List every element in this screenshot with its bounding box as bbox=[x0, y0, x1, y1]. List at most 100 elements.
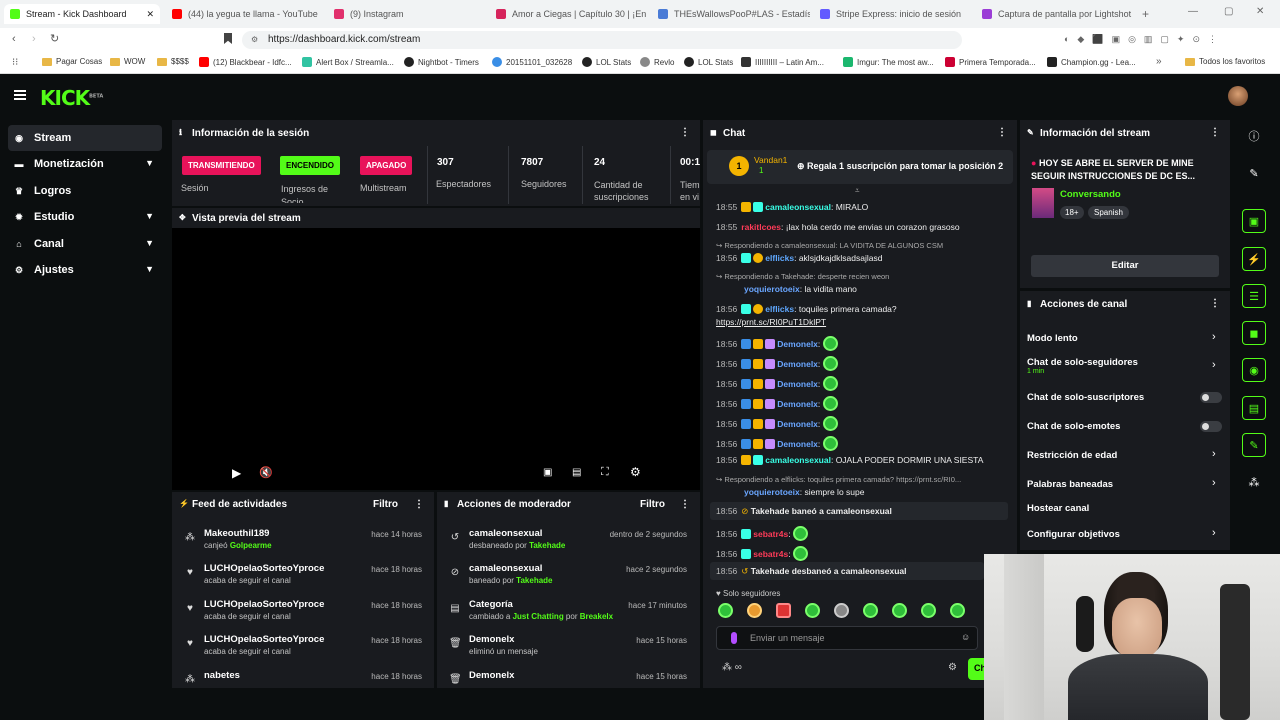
feed-user[interactable]: LUCHOpelaoSorteoYproce bbox=[204, 599, 324, 610]
broadcast-icon[interactable]: ◉ bbox=[1242, 358, 1266, 382]
tab-lightshot[interactable]: Captura de pantalla por Lightshot bbox=[976, 4, 1134, 24]
points-icon[interactable]: ⁂ ∞ bbox=[722, 662, 742, 673]
emote-icon[interactable] bbox=[747, 603, 762, 618]
bookmark-icon[interactable] bbox=[224, 33, 232, 44]
pip-icon[interactable]: ▣ bbox=[543, 467, 552, 478]
reply-context[interactable]: ↪ Respondiendo a camaleonsexual: LA VIDI… bbox=[716, 241, 943, 250]
sidebar-item-ajustes[interactable]: ⚙ Ajustes ▼ bbox=[8, 257, 162, 283]
more-bookmarks-icon[interactable]: » bbox=[1156, 56, 1162, 67]
mod-target[interactable]: Demonelx bbox=[469, 670, 514, 681]
msg-user[interactable]: elflicks bbox=[765, 304, 794, 314]
kebab-icon[interactable]: ⋮ bbox=[1210, 298, 1220, 309]
url-input[interactable]: https://dashboard.kick.com/stream bbox=[242, 31, 962, 49]
tab-youtube[interactable]: (44) la yegua te llama - YouTube bbox=[166, 4, 324, 24]
bookmark-item[interactable]: 20151101_032628 bbox=[492, 57, 572, 67]
bookmark-item[interactable]: Nightbot - Timers bbox=[404, 57, 479, 67]
fullscreen-icon[interactable]: ⛶ bbox=[601, 466, 609, 479]
bookmark-item[interactable]: LOL Stats bbox=[684, 57, 733, 67]
msg-user[interactable]: Demonelx bbox=[777, 339, 818, 349]
tab-amor-a-ciegas[interactable]: Amor a Ciegas | Capítulo 30 | ¡En bu bbox=[490, 4, 648, 24]
tab-instagram[interactable]: (9) Instagram bbox=[328, 4, 486, 24]
sidebar-item-monetizacion[interactable]: ▬ Monetización ▼ bbox=[8, 151, 162, 177]
msg-user[interactable]: yoquierotoeix bbox=[744, 284, 800, 294]
bookmark-item[interactable]: WOW bbox=[110, 57, 145, 66]
sidebar-item-canal[interactable]: ⌂ Canal ▼ bbox=[8, 231, 162, 257]
edit-icon[interactable]: ✎ bbox=[1242, 161, 1266, 185]
kebab-icon[interactable]: ⋮ bbox=[1210, 127, 1220, 138]
slow-mode-row[interactable]: Modo lento bbox=[1027, 333, 1078, 344]
msg-user[interactable]: Demonelx bbox=[777, 419, 818, 429]
filter-button[interactable]: Filtro bbox=[640, 499, 665, 510]
bookmark-item[interactable]: Champion.gg - Lea... bbox=[1047, 57, 1136, 67]
layout-icon[interactable]: ▤ bbox=[1242, 396, 1266, 420]
goals-row[interactable]: Configurar objetivos bbox=[1027, 529, 1120, 540]
mod-target[interactable]: camaleonsexual bbox=[469, 528, 542, 539]
chat-input[interactable]: Enviar un mensaje ☺ bbox=[716, 626, 978, 650]
apps-icon[interactable]: ⁝⁝ bbox=[12, 57, 18, 68]
emote-icon[interactable] bbox=[950, 603, 965, 618]
msg-user[interactable]: elflicks bbox=[765, 253, 794, 263]
banned-words-row[interactable]: Palabras baneadas bbox=[1027, 479, 1113, 490]
msg-user[interactable]: Demonelx bbox=[777, 359, 818, 369]
host-channel-row[interactable]: Hostear canal bbox=[1027, 503, 1089, 514]
msg-user[interactable]: yoquierotoeix bbox=[744, 487, 800, 497]
avatar[interactable] bbox=[1228, 86, 1248, 106]
play-icon[interactable]: ▶ bbox=[232, 466, 241, 480]
msg-user[interactable]: camaleonsexual bbox=[765, 455, 831, 465]
collapse-icon[interactable]: ⩡ bbox=[855, 186, 860, 196]
wrench-icon[interactable]: ✎ bbox=[1242, 433, 1266, 457]
bookmark-item[interactable]: Revlo bbox=[640, 57, 674, 67]
emote-icon[interactable] bbox=[805, 603, 820, 618]
close-window-icon[interactable]: ✕ bbox=[1256, 6, 1264, 17]
bookmark-item[interactable]: Imgur: The most aw... bbox=[843, 57, 934, 67]
chat-bubble-icon[interactable]: ◼ bbox=[1242, 321, 1266, 345]
msg-user[interactable]: sebatr4s bbox=[753, 549, 788, 559]
bookmark-item[interactable]: Pagar Cosas bbox=[42, 57, 102, 66]
msg-user[interactable]: sebatr4s bbox=[753, 529, 788, 539]
list-icon[interactable]: ☰ bbox=[1242, 284, 1266, 308]
followers-only-row[interactable]: Chat de solo-seguidores bbox=[1027, 357, 1138, 368]
forward-icon[interactable]: › bbox=[32, 33, 36, 45]
sidebar-item-estudio[interactable]: ✹ Estudio ▼ bbox=[8, 204, 162, 230]
settings-gear-icon[interactable]: ⚙ bbox=[630, 465, 641, 479]
theater-icon[interactable]: ▤ bbox=[572, 467, 581, 478]
bookmark-item[interactable]: $$$$ bbox=[157, 57, 189, 66]
msg-user[interactable]: camaleonsexual bbox=[765, 202, 831, 212]
emotes-only-toggle[interactable] bbox=[1200, 421, 1222, 432]
filter-button[interactable]: Filtro bbox=[373, 499, 398, 510]
msg-user[interactable]: Demonelx bbox=[777, 399, 818, 409]
mic-icon[interactable] bbox=[731, 632, 737, 644]
category-link[interactable]: Conversando bbox=[1060, 189, 1121, 200]
bookmark-item[interactable]: Todos los favoritos bbox=[1185, 57, 1265, 66]
msg-user[interactable]: Demonelx bbox=[777, 379, 818, 389]
maximize-icon[interactable]: ▢ bbox=[1224, 6, 1233, 17]
age-restriction-row[interactable]: Restricción de edad bbox=[1027, 450, 1117, 461]
back-icon[interactable]: ‹ bbox=[12, 33, 16, 45]
bookmark-item[interactable]: Primera Temporada... bbox=[945, 57, 1036, 67]
emote-icon[interactable] bbox=[718, 603, 733, 618]
emote-icon[interactable] bbox=[834, 603, 849, 618]
feed-user[interactable]: LUCHOpelaoSorteoYproce bbox=[204, 563, 324, 574]
points-icon[interactable]: ⁂ bbox=[1242, 470, 1266, 494]
menu-icon[interactable] bbox=[14, 90, 26, 100]
emote-picker-icon[interactable]: ☺ bbox=[961, 632, 970, 642]
emote-icon[interactable] bbox=[892, 603, 907, 618]
sidebar-item-logros[interactable]: ♛ Logros bbox=[8, 178, 162, 204]
bookmark-item[interactable]: LOL Stats bbox=[582, 57, 631, 67]
kebab-icon[interactable]: ⋮ bbox=[997, 127, 1007, 138]
chat-link[interactable]: https://prnt.sc/RI0PuT1DklPT bbox=[716, 317, 826, 327]
emote-icon[interactable] bbox=[776, 603, 791, 618]
emote-icon[interactable] bbox=[863, 603, 878, 618]
kebab-icon[interactable]: ⋮ bbox=[414, 499, 424, 510]
feed-user[interactable]: LUCHOpelaoSorteoYproce bbox=[204, 634, 324, 645]
gift-sub-cta[interactable]: ⊕ Regala 1 suscripción para tomar la pos… bbox=[797, 161, 1003, 172]
reload-icon[interactable]: ↻ bbox=[50, 32, 59, 45]
bookmark-item[interactable]: (12) Blackbear - Idfc... bbox=[199, 57, 292, 67]
sidebar-item-stream[interactable]: ◉ Stream bbox=[8, 125, 162, 151]
leader-user[interactable]: Vandan1 bbox=[754, 155, 787, 165]
bookmark-item[interactable]: IIIIIIIIII – Latin Am... bbox=[741, 57, 824, 67]
close-icon[interactable]: ✕ bbox=[146, 9, 154, 20]
tab-stats[interactable]: THEsWallowsPooP#LAS - Estadístic bbox=[652, 4, 810, 24]
edit-stream-button[interactable]: Editar bbox=[1031, 255, 1219, 277]
chat-settings-icon[interactable]: ⚙ bbox=[948, 662, 957, 673]
